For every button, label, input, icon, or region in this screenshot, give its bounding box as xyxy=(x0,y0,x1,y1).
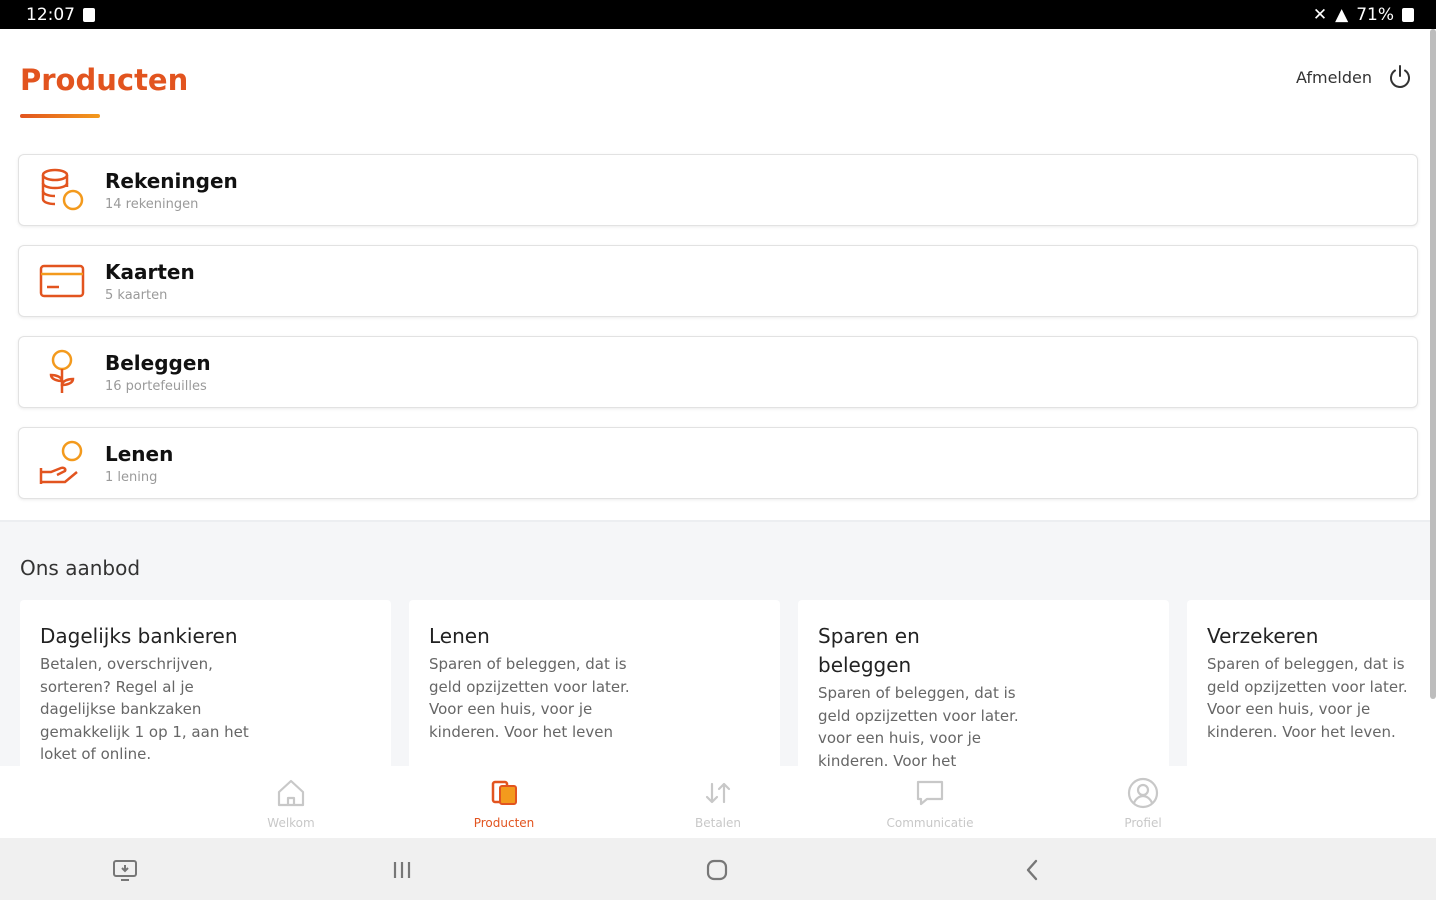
recent-apps-icon[interactable] xyxy=(388,856,416,884)
status-left: 12:07 xyxy=(26,5,95,25)
product-subtitle: 1 lening xyxy=(105,469,158,485)
hand-coin-icon xyxy=(39,440,83,484)
mute-icon: ✕ xyxy=(1312,4,1328,25)
offer-card-title: Verzekeren xyxy=(1207,624,1319,648)
page-header: Producten Afmelden xyxy=(0,29,1436,139)
title-underline xyxy=(20,114,100,118)
offer-card-text: Sparen of beleggen, dat is geld opzijzet… xyxy=(1207,655,1408,741)
bottom-nav: Welkom Producten Betalen Communicatie Pr… xyxy=(0,766,1436,838)
offer-card-title: Lenen xyxy=(429,624,490,648)
battery-level: 71% xyxy=(1356,4,1394,25)
status-time: 12:07 xyxy=(26,4,75,25)
nav-item-communicatie[interactable]: Communicatie xyxy=(870,776,990,830)
home-icon xyxy=(277,779,305,807)
nav-item-producten[interactable]: Producten xyxy=(444,776,564,830)
status-right: ✕ ▲ 71% xyxy=(1313,5,1414,25)
products-icon xyxy=(491,780,517,805)
nav-label: Welkom xyxy=(267,816,315,830)
offer-card-text: Sparen of beleggen, dat is geld opzijzet… xyxy=(818,684,1019,766)
message-icon xyxy=(916,780,944,806)
product-text: Rekeningen 14 rekeningen xyxy=(105,169,238,212)
logout-button[interactable]: Afmelden xyxy=(1296,63,1414,91)
battery-icon xyxy=(1402,7,1414,22)
nav-item-welkom[interactable]: Welkom xyxy=(231,776,351,830)
plant-coin-icon xyxy=(49,349,75,393)
wifi-icon: ▲ xyxy=(1335,4,1349,25)
page-title: Producten xyxy=(20,63,189,97)
notification-icon xyxy=(83,7,95,22)
system-nav-bar xyxy=(0,838,1436,900)
logout-label: Afmelden xyxy=(1295,67,1372,87)
offer-card-title: Sparen en beleggen xyxy=(818,624,920,677)
product-card-beleggen[interactable]: Beleggen 16 portefeuilles xyxy=(18,336,1418,408)
product-card-rekeningen[interactable]: Rekeningen 14 rekeningen xyxy=(18,154,1418,226)
transfer-arrows-icon xyxy=(705,782,731,804)
offer-carousel[interactable]: Dagelijks bankieren Betalen, overschrijv… xyxy=(20,600,1436,766)
product-card-kaarten[interactable]: Kaarten 5 kaarten xyxy=(18,245,1418,317)
back-icon[interactable] xyxy=(1019,856,1047,884)
offer-title: Ons aanbod xyxy=(20,556,141,580)
nav-item-betalen[interactable]: Betalen xyxy=(658,776,778,830)
product-card-lenen[interactable]: Lenen 1 lening xyxy=(18,427,1418,499)
product-subtitle: 5 kaarten xyxy=(105,287,168,303)
status-bar: 12:07 ✕ ▲ 71% xyxy=(0,0,1436,29)
product-subtitle: 14 rekeningen xyxy=(105,196,199,212)
offer-card-text: Sparen of beleggen, dat is geld opzijzet… xyxy=(429,655,630,741)
offer-card-text: Betalen, overschrijven, sorteren? Regel … xyxy=(40,655,249,763)
product-subtitle: 16 portefeuilles xyxy=(105,378,207,394)
keyboard-toggle-icon[interactable] xyxy=(111,856,139,884)
offer-section: Ons aanbod Dagelijks bankieren Betalen, … xyxy=(0,520,1436,766)
nav-label: Communicatie xyxy=(886,816,974,830)
product-list: Rekeningen 14 rekeningen Kaarten 5 kaart… xyxy=(18,154,1418,518)
offer-card-verzekeren[interactable]: Verzekeren Sparen of beleggen, dat is ge… xyxy=(1187,600,1436,766)
offer-card-dagelijks-bankieren[interactable]: Dagelijks bankieren Betalen, overschrijv… xyxy=(20,600,391,766)
product-name: Kaarten xyxy=(105,259,195,284)
nav-item-profiel[interactable]: Profiel xyxy=(1083,776,1203,830)
home-button-icon[interactable] xyxy=(703,856,731,884)
product-name: Rekeningen xyxy=(105,168,238,193)
product-text: Lenen 1 lening xyxy=(105,442,173,485)
nav-label: Profiel xyxy=(1124,816,1162,830)
offer-card-sparen-beleggen[interactable]: Sparen en beleggen Sparen of beleggen, d… xyxy=(798,600,1169,766)
product-name: Lenen xyxy=(105,441,174,466)
product-text: Beleggen 16 portefeuilles xyxy=(105,351,211,394)
coins-stack-icon xyxy=(41,168,84,211)
offer-card-lenen[interactable]: Lenen Sparen of beleggen, dat is geld op… xyxy=(409,600,780,766)
product-name: Beleggen xyxy=(105,350,211,375)
profile-icon xyxy=(1127,777,1159,809)
nav-label: Betalen xyxy=(695,816,741,830)
nav-label: Producten xyxy=(473,816,535,830)
card-icon xyxy=(39,264,85,298)
product-text: Kaarten 5 kaarten xyxy=(105,260,195,303)
offer-card-title: Dagelijks bankieren xyxy=(40,624,238,648)
power-icon xyxy=(1390,65,1410,88)
scrollbar[interactable] xyxy=(1430,29,1436,699)
